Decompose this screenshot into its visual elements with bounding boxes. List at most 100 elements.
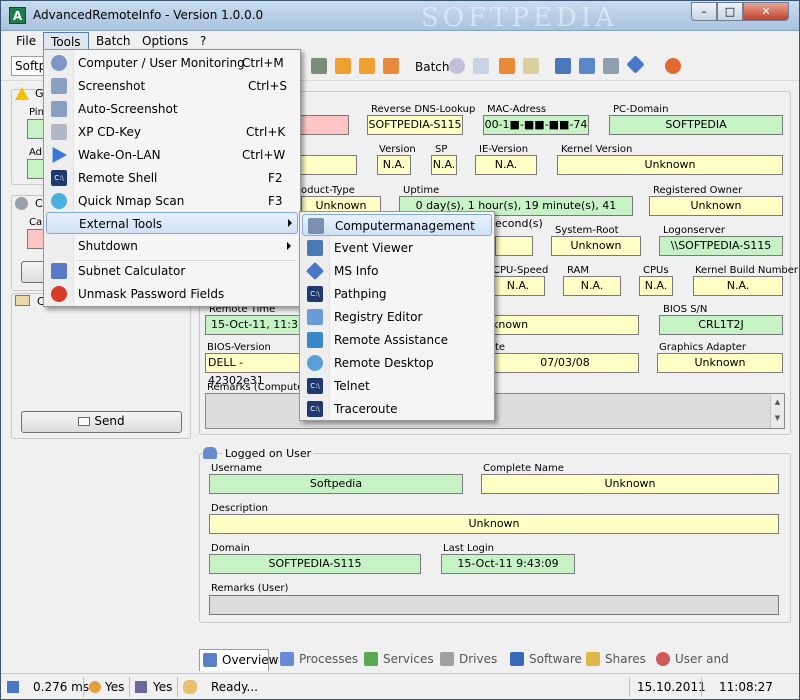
ram-value: N.A. (563, 276, 621, 296)
auto-screenshot-icon (51, 101, 67, 117)
tab-shares-label: Shares (605, 652, 646, 666)
tab-services[interactable]: Services (361, 649, 434, 671)
description-value: Unknown (209, 514, 779, 534)
domain-value: SOFTPEDIA-S115 (209, 554, 421, 574)
send-icon (78, 417, 91, 426)
menu-item-remote-desktop[interactable]: Remote Desktop (302, 352, 492, 374)
menu-help[interactable]: ? (193, 32, 213, 50)
traceroute-shell-icon: C:\ (307, 401, 323, 417)
status-separator (83, 677, 84, 697)
user-search-icon[interactable] (523, 58, 539, 74)
status-separator (177, 677, 178, 697)
document-icon[interactable] (603, 58, 619, 74)
complete-name-label: Complete Name (483, 463, 564, 474)
menu-item-screenshot[interactable]: Screenshot Ctrl+S (46, 75, 298, 97)
app-window: A AdvancedRemoteInfo - Version 1.0.0.0 S… (0, 0, 800, 700)
book-icon[interactable] (555, 58, 571, 74)
cpu-speed-value: N.A. (491, 276, 545, 296)
menu-item-remote-shell[interactable]: C:\ Remote Shell F2 (46, 167, 298, 189)
menu-file[interactable]: File (9, 32, 43, 50)
menu-item-auto-screenshot[interactable]: Auto-Screenshot (46, 98, 298, 120)
status-separator (701, 677, 702, 697)
maximize-button[interactable]: □ (717, 2, 743, 21)
cpus-value: N.A. (639, 276, 673, 296)
shares-icon (586, 652, 600, 666)
minimize-button[interactable]: – (691, 2, 717, 21)
person-icon[interactable] (665, 58, 681, 74)
tab-overview[interactable]: Overview (199, 649, 279, 671)
tab-software-label: Software (529, 652, 582, 666)
submenu-arrow-icon (288, 219, 292, 227)
submenu-item-label: Event Viewer (334, 241, 413, 255)
submenu-arrow-icon (287, 242, 291, 250)
domain-label: Domain (211, 543, 250, 554)
computer-combo[interactable]: Softpe (11, 56, 47, 76)
tab-user-and-groups[interactable]: User and Groups (653, 649, 771, 686)
menu-item-nmap-scan[interactable]: Quick Nmap Scan F3 (46, 190, 298, 212)
close-button[interactable]: ✕ (743, 2, 789, 21)
remarks-computer-field[interactable]: ▲ ▼ (205, 393, 785, 429)
mail-icon[interactable] (473, 58, 489, 74)
menu-item-xp-cd-key[interactable]: XP CD-Key Ctrl+K (46, 121, 298, 143)
menu-item-label: Computer / User Monitoring (78, 56, 245, 70)
tree-icon[interactable] (579, 58, 595, 74)
key-icon (51, 124, 67, 140)
version-label: Version (379, 144, 416, 155)
menu-item-label: XP CD-Key (78, 125, 141, 139)
graphics-value: Unknown (657, 353, 783, 373)
menu-tools[interactable]: Tools (43, 32, 89, 50)
play-icon (52, 147, 67, 163)
submenu-item-label: Remote Assistance (334, 333, 449, 347)
menu-bar: File Tools Batch Options ? (1, 31, 799, 51)
menu-item-label: External Tools (79, 217, 163, 231)
event-viewer-icon (307, 240, 323, 256)
user-groups-icon (656, 652, 670, 666)
menu-item-registry-editor[interactable]: Registry Editor (302, 306, 492, 328)
submenu-item-label: Pathping (334, 287, 387, 301)
send-button[interactable]: Send (21, 411, 182, 433)
menu-item-traceroute[interactable]: C:\ Traceroute (302, 398, 492, 420)
version-value: N.A. (377, 155, 411, 175)
tab-bar: Overview Processes Services Drives Softw… (191, 649, 800, 686)
stop-icon[interactable] (383, 58, 399, 74)
menu-item-external-tools[interactable]: External Tools (46, 212, 298, 234)
search-icon[interactable] (449, 58, 465, 74)
menu-options[interactable]: Options (135, 32, 195, 50)
remarks-user-label: Remarks (User) (211, 583, 289, 594)
remarks-user-field[interactable] (209, 595, 779, 615)
username-value: Softpedia (209, 474, 463, 494)
menu-item-shutdown[interactable]: Shutdown (46, 235, 298, 257)
batch-label: Batch (415, 60, 450, 74)
menu-item-computermanagement[interactable]: Computermanagement (302, 214, 492, 236)
tab-software[interactable]: Software (507, 649, 582, 671)
tab-shares[interactable]: Shares (583, 649, 647, 671)
tab-processes[interactable]: Processes (277, 649, 358, 671)
pathping-shell-icon: C:\ (307, 286, 323, 302)
remarks-scrollbar[interactable]: ▲ ▼ (770, 394, 784, 428)
system-root-value: Unknown (551, 236, 641, 256)
menu-batch[interactable]: Batch (89, 32, 138, 50)
refresh-icon[interactable] (359, 58, 375, 74)
tab-drives[interactable]: Drives (437, 649, 499, 671)
network-icon[interactable] (311, 58, 327, 74)
bios-sn-value: CRL1T2J (659, 315, 783, 335)
menu-item-subnet-calculator[interactable]: Subnet Calculator (46, 260, 298, 282)
table-status-icon (135, 681, 147, 693)
pc-domain-value: SOFTPEDIA (609, 115, 783, 135)
uptime-label: Uptime (403, 185, 440, 196)
cancel-icon[interactable] (499, 58, 515, 74)
menu-item-pathping[interactable]: C:\ Pathping (302, 283, 492, 305)
status-separator (629, 677, 630, 697)
app-logo-icon: A (9, 7, 26, 24)
check-icon[interactable] (335, 58, 351, 74)
menu-item-ms-info[interactable]: MS Info (302, 260, 492, 282)
menu-item-unmask-password[interactable]: Unmask Password Fields (46, 283, 298, 305)
calculator-icon (51, 263, 67, 279)
menu-item-wake-on-lan[interactable]: Wake-On-LAN Ctrl+W (46, 144, 298, 166)
description-label: Description (211, 503, 268, 514)
menu-item-monitoring[interactable]: Computer / User Monitoring Ctrl+M (46, 52, 298, 74)
submenu-item-label: Computermanagement (335, 219, 475, 233)
menu-item-remote-assistance[interactable]: Remote Assistance (302, 329, 492, 351)
menu-item-event-viewer[interactable]: Event Viewer (302, 237, 492, 259)
menu-item-telnet[interactable]: C:\ Telnet (302, 375, 492, 397)
